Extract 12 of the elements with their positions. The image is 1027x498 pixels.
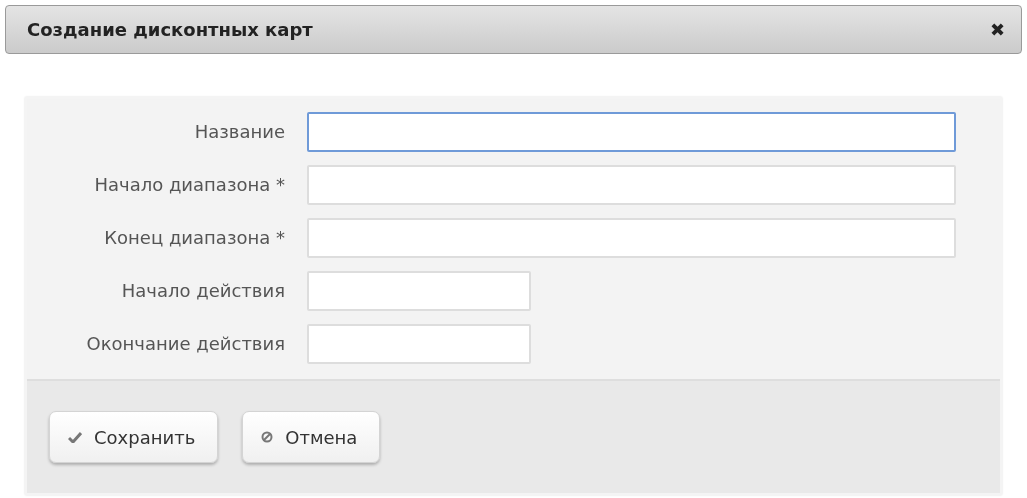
field-label: Начало действия <box>120 279 286 303</box>
field-label: Начало диапазона * <box>93 173 286 197</box>
field-label: Конец диапазона * <box>103 226 286 250</box>
input-field[interactable] <box>307 111 956 152</box>
field-label: Окончание действия <box>85 332 286 356</box>
check-icon <box>68 431 82 443</box>
cancel-button[interactable]: Отмена <box>242 411 381 463</box>
save-button[interactable]: Сохранить <box>49 411 219 463</box>
field-label: Название <box>193 120 286 144</box>
cancel-icon <box>261 431 274 443</box>
close-button[interactable]: ✖ <box>989 20 1005 39</box>
dialog-title: Создание дисконтных карт <box>27 18 313 42</box>
